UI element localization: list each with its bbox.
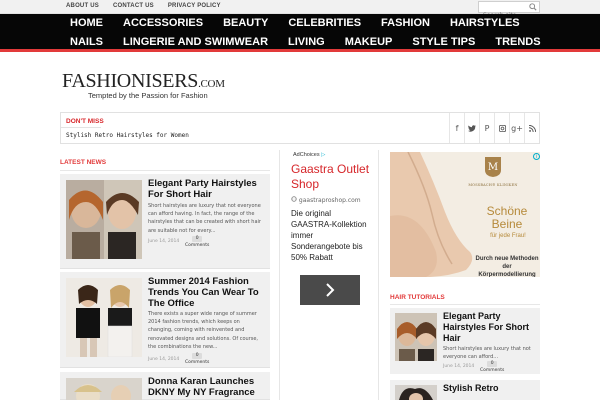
dont-miss-headline[interactable]: Stylish Retro Hairstyles for Women [66, 132, 189, 139]
ad-info-icon[interactable]: i [533, 153, 540, 160]
main-navigation: HOME ACCESSORIES BEAUTY CELEBRITIES FASH… [0, 14, 600, 52]
search-icon[interactable] [529, 3, 537, 11]
nav-item-style-tips[interactable]: STYLE TIPS [412, 36, 475, 48]
ad-subline: für jede Frau! [490, 233, 526, 239]
top-utility-bar: ABOUT US CONTACT US PRIVACY POLICY [0, 0, 600, 21]
comment-count[interactable]: 0 Comments [185, 236, 209, 248]
news-title[interactable]: Summer 2014 Fashion Trends You Can Wear … [148, 276, 268, 309]
tutorial-excerpt: Short hairstyles are luxury that not eve… [443, 346, 531, 360]
nav-item-makeup[interactable]: MAKEUP [345, 36, 393, 48]
news-thumbnail[interactable] [66, 180, 142, 259]
comment-label: Comments [185, 360, 210, 365]
ad-title[interactable]: Gaastra Outlet Shop [291, 162, 372, 192]
dont-miss-bar: DON'T MISS Stylish Retro Hairstyles for … [60, 112, 540, 144]
logo-tld: .COM [198, 78, 225, 90]
ad-domain[interactable]: gaastraproshop.com [291, 196, 372, 204]
news-title[interactable]: Elegant Party Hairstyles For Short Hair [148, 178, 268, 200]
news-thumbnail[interactable] [66, 378, 142, 400]
divider [60, 170, 270, 171]
comment-count[interactable]: 0 Comments [480, 361, 504, 373]
comment-label: Comments [185, 243, 210, 248]
nav-item-celebrities[interactable]: CELEBRITIES [288, 17, 361, 29]
facebook-icon[interactable]: f [449, 113, 464, 143]
tutorial-thumbnail[interactable] [395, 385, 437, 400]
social-icons: f P g+ [449, 113, 539, 143]
brand-name: MOSSBACH® KLINIKEN [468, 183, 518, 187]
instagram-icon[interactable] [494, 113, 509, 143]
nav-row-1: HOME ACCESSORIES BEAUTY CELEBRITIES FASH… [70, 17, 540, 29]
logo-name: FASHIONISERS [62, 70, 199, 92]
divider [378, 150, 379, 400]
adchoices-text: AdChoices [293, 152, 320, 158]
divider [279, 150, 280, 400]
news-title[interactable]: Donna Karan Launches DKNY My NY Fragranc… [148, 376, 268, 398]
nav-item-trends[interactable]: TRENDS [495, 36, 540, 48]
chevron-right-icon [326, 283, 335, 297]
globe-icon [291, 196, 297, 202]
nav-item-nails[interactable]: NAILS [70, 36, 103, 48]
rss-icon[interactable] [524, 113, 539, 143]
comment-label: Comments [480, 368, 505, 373]
news-excerpt: Short hairstyles are luxury that not eve… [148, 203, 261, 234]
comment-number: 0 [487, 361, 498, 367]
pinterest-icon[interactable]: P [479, 113, 494, 143]
ad-next-button[interactable] [300, 275, 360, 305]
divider [61, 127, 101, 128]
brand-letter: M [488, 162, 498, 173]
site-logo[interactable]: FASHIONISERS.COM Tempted by the Passion … [62, 70, 232, 102]
tutorial-card[interactable]: Stylish Retro [390, 380, 540, 400]
contact-us-link[interactable]: CONTACT US [113, 3, 154, 9]
tutorial-title[interactable]: Stylish Retro [443, 383, 538, 394]
tutorial-date: June 14, 2014 [443, 364, 475, 369]
twitter-icon[interactable] [464, 113, 479, 143]
hair-tutorials-heading: HAIR TUTORIALS [390, 294, 445, 301]
nav-item-living[interactable]: LIVING [288, 36, 325, 48]
news-card[interactable]: Elegant Party Hairstyles For Short Hair … [60, 174, 270, 269]
ad-body: Durch neue Methoden der Körpermodellieru… [475, 256, 539, 277]
nav-item-home[interactable]: HOME [70, 17, 103, 29]
tutorial-thumbnail[interactable] [395, 313, 437, 361]
news-date: June 14, 2014 [148, 239, 180, 244]
ad-banner-right[interactable]: M MOSSBACH® KLINIKEN Schöne Beine für je… [390, 152, 540, 277]
nav-item-fashion[interactable]: FASHION [381, 17, 430, 29]
nav-item-beauty[interactable]: BEAUTY [223, 17, 268, 29]
ad-domain-text: gaastraproshop.com [298, 197, 361, 204]
latest-news-heading: LATEST NEWS [60, 159, 107, 166]
nav-item-hairstyles[interactable]: HAIRSTYLES [450, 17, 520, 29]
search-box [478, 1, 540, 21]
tutorial-card[interactable]: Elegant Party Hairstyles For Short Hair … [390, 308, 540, 374]
comment-count[interactable]: 0 Comments [185, 353, 209, 365]
news-excerpt: There exists a super wide range of summe… [148, 311, 259, 350]
adchoices-icon: ▷ [321, 152, 326, 158]
logo-wordmark: FASHIONISERS.COM [62, 70, 232, 93]
ad-brand: M MOSSBACH® KLINIKEN [468, 156, 518, 187]
brand-crest-icon: M [485, 157, 501, 177]
about-us-link[interactable]: ABOUT US [66, 3, 99, 9]
privacy-policy-link[interactable]: PRIVACY POLICY [168, 3, 221, 9]
news-date: June 14, 2014 [148, 357, 180, 362]
comment-number: 0 [192, 236, 203, 242]
nav-item-lingerie[interactable]: LINGERIE AND SWIMWEAR [123, 36, 268, 48]
divider [390, 304, 540, 305]
top-links: ABOUT US CONTACT US PRIVACY POLICY [66, 3, 221, 9]
news-card[interactable]: Donna Karan Launches DKNY My NY Fragranc… [60, 372, 270, 400]
ad-headline: Schöne Beine [486, 204, 528, 231]
nav-row-2: NAILS LINGERIE AND SWIMWEAR LIVING MAKEU… [70, 36, 561, 48]
adchoices-label[interactable]: AdChoices ▷ [293, 152, 372, 158]
google-plus-icon[interactable]: g+ [509, 113, 524, 143]
news-card[interactable]: Summer 2014 Fashion Trends You Can Wear … [60, 272, 270, 368]
ad-unit-middle: AdChoices ▷ Gaastra Outlet Shop gaastrap… [286, 148, 372, 308]
comment-number: 0 [192, 353, 203, 359]
nav-item-accessories[interactable]: ACCESSORIES [123, 17, 203, 29]
tutorial-title[interactable]: Elegant Party Hairstyles For Short Hair [443, 311, 538, 344]
dont-miss-label: DON'T MISS [66, 118, 104, 125]
ad-description: Die original GAASTRA-Kollektion immer So… [291, 209, 367, 262]
news-thumbnail[interactable] [66, 278, 142, 357]
